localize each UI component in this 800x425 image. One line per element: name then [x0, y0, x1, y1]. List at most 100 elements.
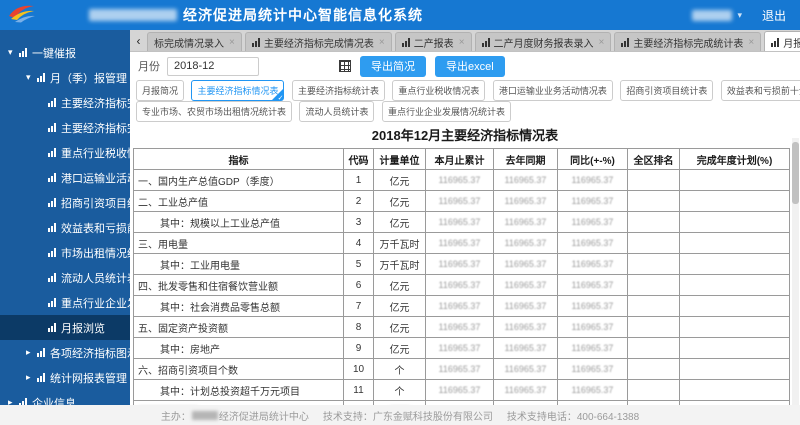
vertical-scrollbar[interactable] — [792, 138, 799, 405]
yoy-cell: 116965.37 — [558, 359, 628, 380]
chevron-down-icon[interactable]: ▾ — [8, 47, 19, 58]
header-district-rank: 全区排名 — [628, 149, 680, 170]
cumulative-cell: 116965.37 — [426, 254, 494, 275]
code-cell: 4 — [344, 233, 374, 254]
sidebar-item-main-indicators-1[interactable]: 主要经济指标完成... — [0, 90, 130, 115]
tab-monthly-report-view[interactable]: 月报浏览 × — [764, 31, 800, 52]
rank-cell — [628, 254, 680, 275]
report-btn-investment-projects[interactable]: 招商引资项目统计表 — [620, 80, 713, 101]
code-cell: 9 — [344, 338, 374, 359]
chevron-right-icon[interactable]: ▸ — [8, 397, 19, 405]
chevron-right-icon[interactable]: ▸ — [26, 347, 37, 358]
yoy-cell: 116965.37 — [558, 338, 628, 359]
tabbar: ‹ 标完成情况录入 × 主要经济指标完成情况表 × 二产报表 × 二产月度财务报… — [130, 30, 800, 52]
filter-row: 月份 导出简况 导出excel — [130, 54, 800, 78]
rank-cell — [628, 170, 680, 191]
plan-cell — [680, 254, 790, 275]
sidebar-item-one-key-urge-report[interactable]: ▾ 一键催报 — [0, 40, 130, 65]
close-icon[interactable]: × — [599, 37, 605, 48]
sidebar-item-label: 流动人员统计表 — [61, 270, 130, 286]
sidebar-item-label: 月报浏览 — [61, 320, 105, 336]
scrollbar-thumb[interactable] — [792, 142, 799, 204]
bar-chart-icon — [37, 373, 46, 382]
bar-chart-icon — [19, 398, 28, 405]
sidebar-item-floating-population[interactable]: 流动人员统计表 — [0, 265, 130, 290]
username-redacted[interactable] — [692, 10, 732, 21]
tab-main-indicator-stat-table[interactable]: 主要经济指标完成统计表 × — [614, 32, 761, 51]
close-icon[interactable]: × — [748, 37, 754, 48]
export-brief-button[interactable]: 导出简况 — [360, 56, 426, 77]
last-year-cell: 116965.37 — [494, 254, 558, 275]
date-grid-picker-icon[interactable] — [339, 60, 351, 72]
report-btn-key-industry-tax[interactable]: 重点行业税收情况表 — [392, 80, 485, 101]
close-icon[interactable]: × — [229, 37, 235, 48]
report-btn-port-transport-activity[interactable]: 港口运输业业务活动情况表 — [493, 80, 613, 101]
redacted-org-name — [89, 9, 177, 21]
indicator-table: 指标 代码 计量单位 本月止累计 去年同期 同比(+-%) 全区排名 完成年度计… — [133, 148, 790, 405]
cumulative-cell: 116965.37 — [426, 233, 494, 254]
code-cell: 11 — [344, 380, 374, 401]
tab-secondary-industry-report[interactable]: 二产报表 × — [395, 32, 472, 51]
topbar-user-area: ▾ 退出 — [692, 7, 786, 24]
tab-monthly-finance-entry[interactable]: 二产月度财务报表录入 × — [475, 32, 612, 51]
sidebar-item-label: 港口运输业活动情... — [61, 170, 130, 186]
code-cell: 2 — [344, 191, 374, 212]
report-btn-floating-population[interactable]: 流动人员统计表 — [299, 101, 374, 122]
report-btn-market-rental[interactable]: 专业市场、农贸市场出租情况统计表 — [136, 101, 292, 122]
sidebar-item-key-enterprise-development[interactable]: 重点行业企业发展... — [0, 290, 130, 315]
sidebar-item-monthly-quarterly-report-mgmt[interactable]: ▾ 月（季）报管理 — [0, 65, 130, 90]
sidebar-item-monthly-report-view[interactable]: 月报浏览 — [0, 315, 130, 340]
bar-chart-icon — [621, 38, 630, 47]
table-row: 六、招商引资项目个数 10 个 116965.37 116965.37 1169… — [134, 359, 790, 380]
rank-cell — [628, 275, 680, 296]
table-row: 其中：规模以上工业总产值 3 亿元 116965.37 116965.37 11… — [134, 212, 790, 233]
month-input[interactable] — [167, 57, 259, 76]
sidebar-item-label: 市场出租情况统计表 — [61, 245, 130, 261]
yoy-cell: 116965.37 — [558, 233, 628, 254]
close-icon[interactable]: × — [459, 37, 465, 48]
report-btn-label: 主要经济指标情况表 — [197, 86, 278, 96]
last-year-cell: 116965.37 — [494, 338, 558, 359]
table-row: 其中：计划总投资超千万元项目 11 个 116965.37 116965.37 … — [134, 380, 790, 401]
yoy-cell: 116965.37 — [558, 254, 628, 275]
report-btn-benefit-top10-loss[interactable]: 效益表和亏损前十企业 — [721, 80, 800, 101]
bar-chart-icon — [48, 123, 57, 132]
bar-chart-icon — [771, 38, 780, 47]
indicator-cell: 三、用电量 — [134, 233, 344, 254]
sidebar-item-main-indicators-2[interactable]: 主要经济指标完成... — [0, 115, 130, 140]
sidebar-item-key-industry-tax[interactable]: 重点行业税收情况 — [0, 140, 130, 165]
tab-completion-entry[interactable]: 标完成情况录入 × — [147, 32, 242, 51]
indicator-cell: 其中：社会消费品零售总额 — [134, 296, 344, 317]
tab-scroll-left-button[interactable]: ‹ — [130, 30, 147, 51]
unit-cell: 亿元 — [374, 317, 426, 338]
report-btn-monthly-brief[interactable]: 月报简况 — [136, 80, 184, 101]
report-btn-key-enterprise-development[interactable]: 重点行业企业发展情况统计表 — [382, 101, 511, 122]
last-year-cell: 116965.37 — [494, 170, 558, 191]
header-code: 代码 — [344, 149, 374, 170]
logout-button[interactable]: 退出 — [762, 7, 786, 24]
indicator-cell: 六、招商引资项目个数 — [134, 359, 344, 380]
report-btn-main-indicator-stat[interactable]: 主要经济指标统计表 — [292, 80, 385, 101]
caret-down-icon[interactable]: ▾ — [737, 10, 742, 21]
cumulative-cell: 116965.37 — [426, 212, 494, 233]
indicator-cell: 其中：房地产 — [134, 338, 344, 359]
sidebar-item-market-rental[interactable]: 市场出租情况统计表 — [0, 240, 130, 265]
unit-cell: 万千瓦时 — [374, 254, 426, 275]
yoy-cell: 116965.37 — [558, 191, 628, 212]
indicator-cell: 五、固定资产投资额 — [134, 317, 344, 338]
yoy-cell: 116965.37 — [558, 380, 628, 401]
report-btn-main-indicator-situation[interactable]: 主要经济指标情况表✓ — [191, 80, 284, 101]
last-year-cell: 116965.37 — [494, 191, 558, 212]
sidebar-item-benefit-top10-loss[interactable]: 效益表和亏损前10... — [0, 215, 130, 240]
sidebar-item-indicator-charts[interactable]: ▸ 各项经济指标图示 — [0, 340, 130, 365]
sidebar-item-enterprise-info[interactable]: ▸ 企业信息 — [0, 390, 130, 405]
sidebar-item-port-transport[interactable]: 港口运输业活动情... — [0, 165, 130, 190]
tab-main-indicator-completion-table[interactable]: 主要经济指标完成情况表 × — [245, 32, 392, 51]
unit-cell: 万千瓦时 — [374, 233, 426, 254]
export-excel-button[interactable]: 导出excel — [435, 56, 505, 77]
chevron-right-icon[interactable]: ▸ — [26, 372, 37, 383]
sidebar-item-stat-web-report-mgmt[interactable]: ▸ 统计网报表管理 — [0, 365, 130, 390]
close-icon[interactable]: × — [379, 37, 385, 48]
chevron-down-icon[interactable]: ▾ — [26, 72, 37, 83]
sidebar-item-investment-projects[interactable]: 招商引资项目统计表 — [0, 190, 130, 215]
